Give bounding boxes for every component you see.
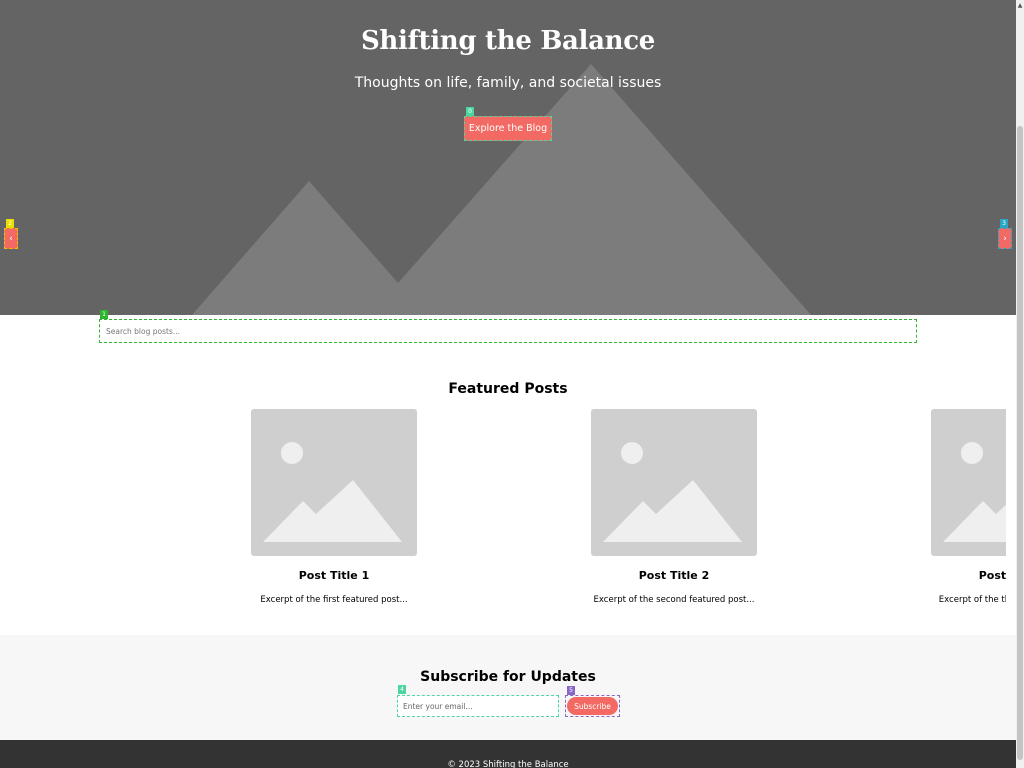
post-card[interactable]: Post Title 3 Excerpt of the third featur… (931, 409, 1006, 605)
post-thumbnail (931, 409, 1006, 556)
page: Shifting the Balance Thoughts on life, f… (0, 0, 1016, 768)
marker-badge: 4 (398, 685, 406, 694)
copyright-text: © 2023 Shifting the Balance (447, 760, 569, 768)
carousel-next-button[interactable]: › (998, 228, 1012, 249)
subscribe-section: Subscribe for Updates Subscribe (0, 635, 1016, 740)
featured-posts-heading: Featured Posts (448, 381, 568, 397)
marker-badge: 5 (567, 686, 575, 695)
marker-badge: 2 (6, 219, 14, 228)
subscribe-button-label: Subscribe (567, 697, 618, 715)
footer: © 2023 Shifting the Balance (0, 740, 1016, 768)
marker-badge: 0 (466, 107, 474, 116)
carousel-prev-button[interactable]: ‹ (4, 228, 18, 249)
image-placeholder-icon (943, 442, 1006, 542)
hero-title: Shifting the Balance (360, 26, 656, 56)
post-excerpt: Excerpt of the third featured post... (938, 595, 1006, 605)
search-input[interactable] (99, 319, 917, 343)
post-excerpt: Excerpt of the first featured post... (260, 595, 408, 605)
post-thumbnail (591, 409, 757, 556)
post-excerpt: Excerpt of the second featured post... (593, 595, 755, 605)
post-card[interactable]: Post Title 2 Excerpt of the second featu… (591, 409, 757, 605)
scroll-up-arrow-icon[interactable]: ▲ (1016, 2, 1024, 10)
post-title: Post Title 2 (638, 569, 710, 582)
subscribe-button[interactable]: Subscribe (565, 695, 620, 717)
page-scrollbar[interactable]: ▲ (1016, 0, 1024, 768)
explore-blog-button[interactable]: Explore the Blog (464, 116, 552, 141)
hero-banner: Shifting the Balance Thoughts on life, f… (0, 0, 1016, 315)
email-field[interactable] (397, 695, 559, 717)
post-thumbnail (251, 409, 417, 556)
marker-badge: 1 (100, 310, 108, 319)
post-title: Post Title 3 (978, 569, 1006, 582)
subscribe-heading: Subscribe for Updates (420, 669, 596, 685)
hero-subtitle: Thoughts on life, family, and societal i… (354, 75, 662, 91)
post-title: Post Title 1 (298, 569, 370, 582)
featured-posts-carousel: Post Title 1 Excerpt of the first featur… (0, 409, 1006, 609)
scrollbar-thumb[interactable] (1017, 126, 1023, 760)
post-card[interactable]: Post Title 1 Excerpt of the first featur… (251, 409, 417, 605)
image-placeholder-icon (603, 442, 742, 542)
marker-badge: 3 (1000, 219, 1008, 228)
image-placeholder-icon (263, 442, 402, 542)
